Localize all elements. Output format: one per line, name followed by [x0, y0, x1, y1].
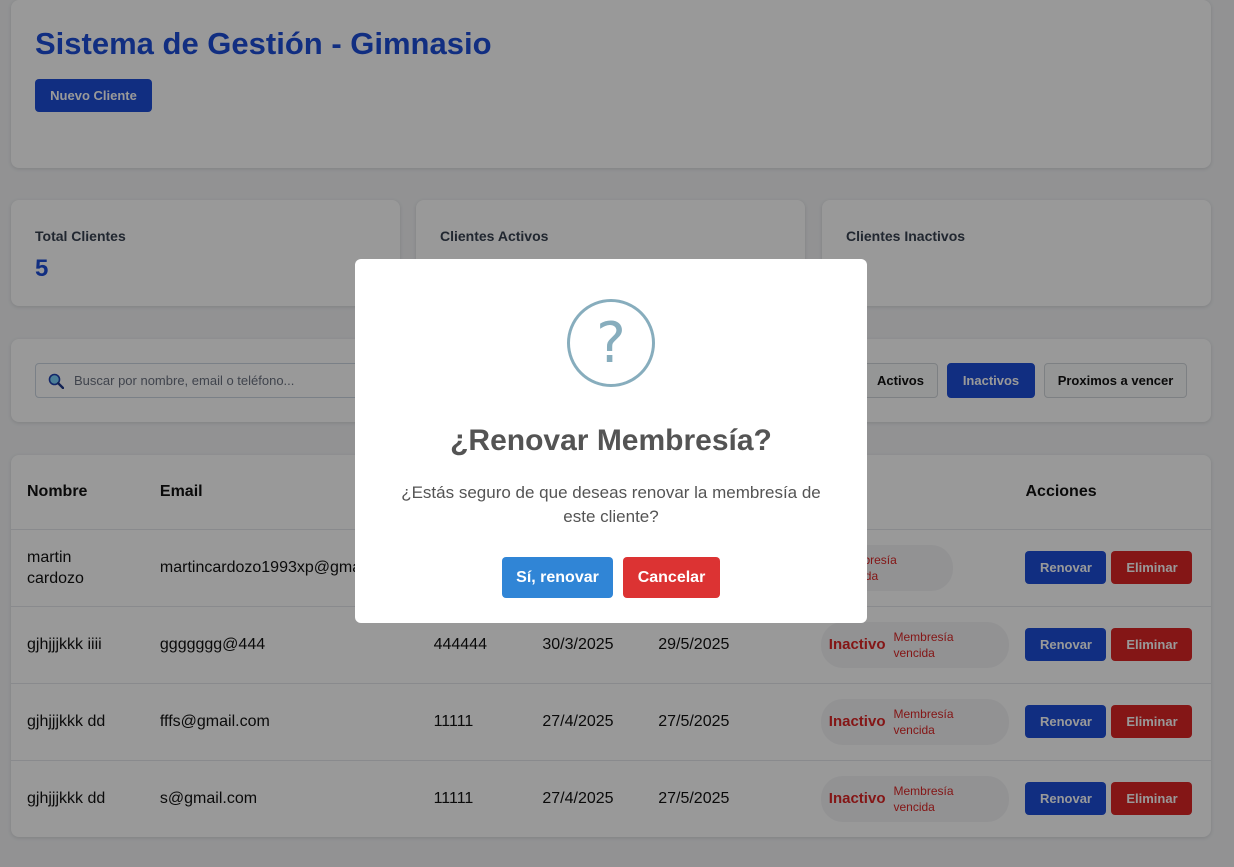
- dialog-title: ¿Renovar Membresía?: [450, 424, 772, 457]
- cancel-button[interactable]: Cancelar: [623, 557, 720, 598]
- dialog-message: ¿Estás seguro de que deseas renovar la m…: [401, 483, 821, 526]
- renew-confirm-dialog: ? ¿Renovar Membresía? ¿Estás seguro de q…: [355, 259, 867, 623]
- question-icon: ?: [567, 299, 655, 387]
- confirm-renew-button[interactable]: Sí, renovar: [502, 557, 613, 598]
